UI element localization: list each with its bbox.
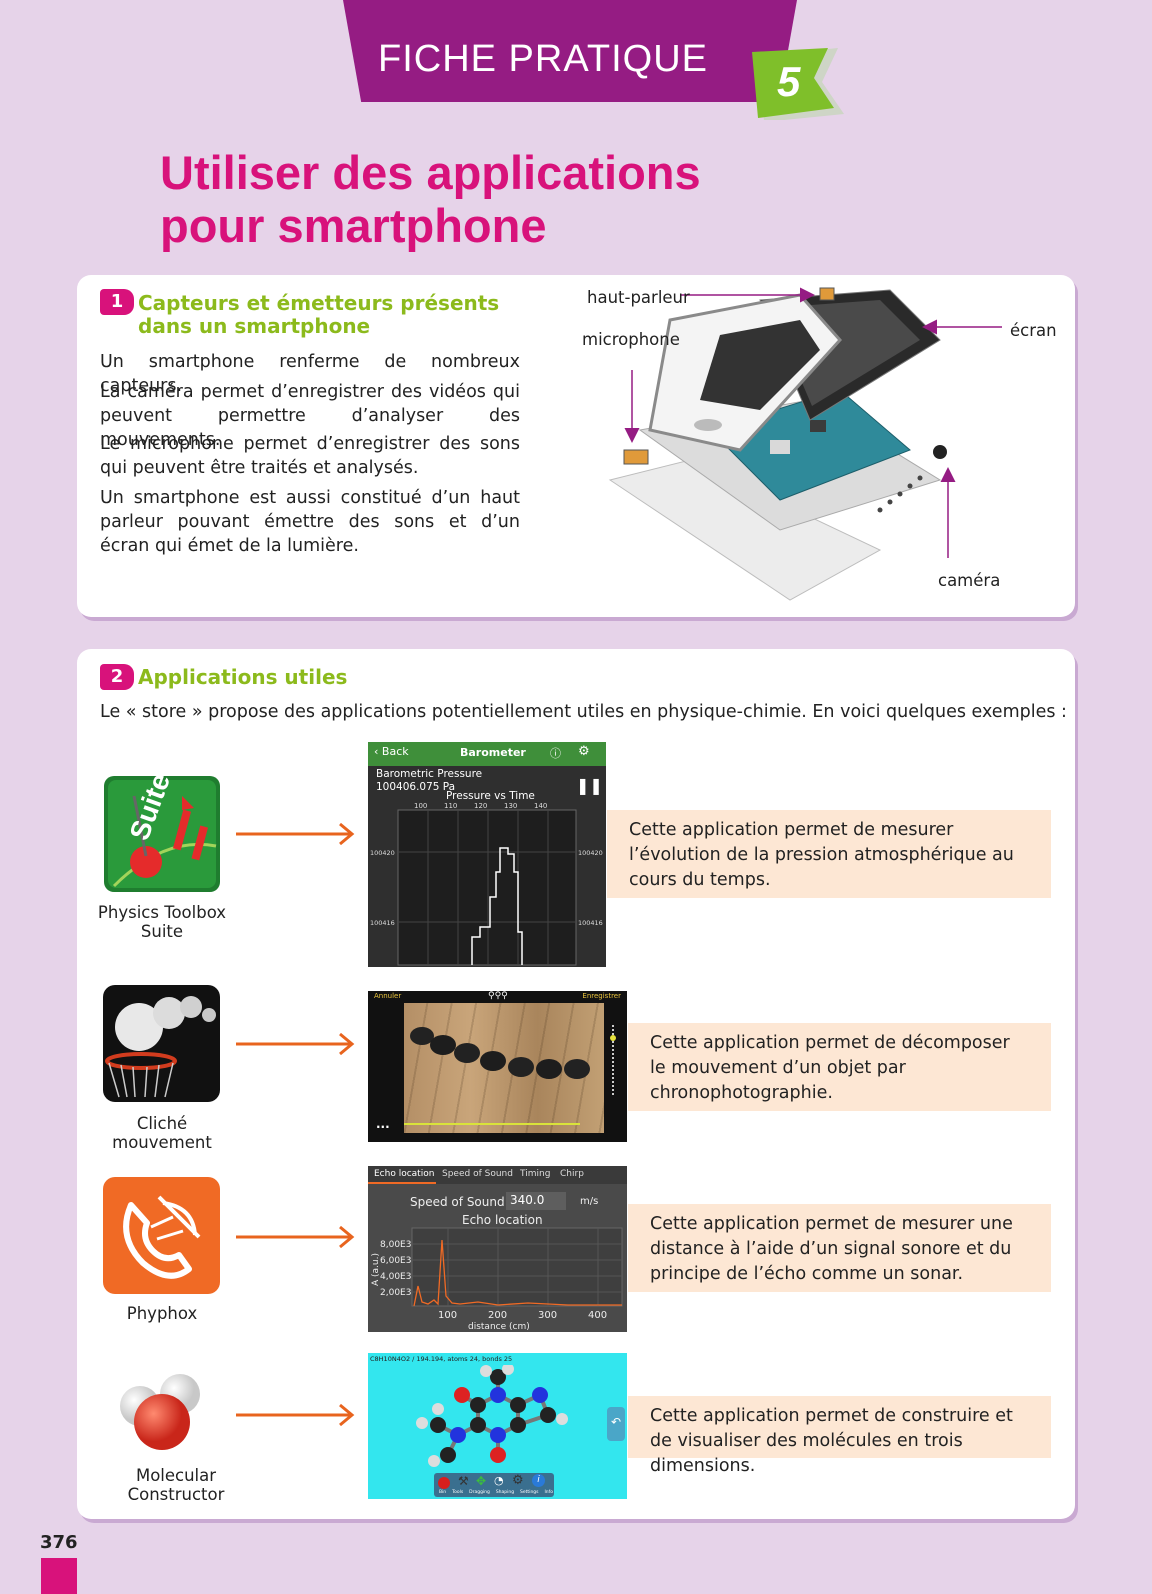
zoom-slider-thumb[interactable] <box>610 1035 616 1041</box>
phyphox-screenshot: Echo location Speed of Sound Timing Chir… <box>368 1166 627 1332</box>
molecular-constructor-icon <box>120 1374 200 1450</box>
bin-button[interactable] <box>438 1477 450 1489</box>
page-marker <box>41 1558 77 1594</box>
cliche-screenshot: Annuler ⚲⚲⚲ Enregistrer ... <box>368 991 627 1142</box>
cliche-mouvement-icon <box>103 985 220 1102</box>
arrow-right-icon <box>236 822 355 846</box>
toolbar-labels: Bin Tools Dragging Shaping Settings Info <box>438 1490 553 1495</box>
app-description-phyphox: Cette application permet de mesurer une … <box>628 1204 1051 1292</box>
banner-title: FICHE PRATIQUE <box>378 38 708 80</box>
x-tick: 130 <box>504 802 517 810</box>
y-tick: 2,00E3 <box>380 1288 411 1298</box>
x-tick: 140 <box>534 802 547 810</box>
more-options-button[interactable]: ... <box>376 1117 390 1131</box>
y-tick: 100420 <box>370 849 395 857</box>
barometer-label: Barometric Pressure <box>376 768 483 780</box>
info-icon[interactable]: ⓘ <box>550 745 561 761</box>
paragraph: Le microphone permet d’enregistrer des s… <box>100 434 520 478</box>
app-name-molecular-constructor: Molecular Constructor <box>127 1466 225 1504</box>
cancel-button[interactable]: Annuler <box>374 992 401 1000</box>
speed-label: Speed of Sound <box>410 1195 505 1209</box>
pause-icon[interactable]: ❚❚ <box>576 776 603 795</box>
paragraph: Un smartphone est aussi constitué d’un h… <box>100 488 520 556</box>
x-tick: 110 <box>444 802 457 810</box>
barometer-screenshot: ‹ Back Barometer ⓘ ⚙ Barometric Pressure… <box>368 742 606 967</box>
x-tick: 400 <box>588 1310 607 1321</box>
y-tick: 100416 <box>578 919 603 927</box>
page-number: 376 <box>40 1532 78 1553</box>
label-camera: caméra <box>938 571 1001 590</box>
x-tick: 200 <box>488 1310 507 1321</box>
y-tick: 100420 <box>578 849 603 857</box>
chart-title: Echo location <box>462 1213 543 1227</box>
tools-icon[interactable]: ⚒ <box>458 1474 469 1488</box>
label-screen: écran <box>1010 321 1057 340</box>
tab-speed-of-sound[interactable]: Speed of Sound <box>442 1169 513 1179</box>
tab-chirp[interactable]: Chirp <box>560 1169 584 1179</box>
y-axis-label: A (a.u.) <box>371 1253 381 1286</box>
y-tick: 8,00E3 <box>380 1240 411 1250</box>
molecule-screenshot: C8H10N4O2 / 194.194, atoms 24, bonds 25 <box>368 1353 627 1499</box>
caffeine-molecule <box>416 1365 568 1467</box>
section-2-number: 2 <box>100 664 134 690</box>
arrow-right-icon <box>236 1032 355 1056</box>
pressure-chart: 100 110 120 130 140 100420 100416 100420… <box>370 802 603 966</box>
app-name-cliche-mouvement: Cliché mouvement <box>112 1114 212 1152</box>
section-2-intro: Le « store » propose des applications po… <box>100 702 1067 722</box>
y-tick: 4,00E3 <box>380 1272 411 1282</box>
save-button[interactable]: Enregistrer <box>582 992 621 1000</box>
arrow-right-icon <box>236 1225 355 1249</box>
app-name-physics-toolbox: Physics Toolbox Suite <box>97 903 227 941</box>
app-description-molecular-constructor: Cette application permet de construire e… <box>628 1396 1051 1476</box>
barometer-title: Barometer <box>460 746 526 759</box>
drag-icon[interactable]: ✥ <box>476 1474 486 1488</box>
fiche-number: 5 <box>777 58 801 105</box>
page-title: Utiliser des applications pour smartphon… <box>160 146 701 252</box>
app-name-phyphox: Phyphox <box>126 1304 198 1323</box>
x-axis-label: distance (cm) <box>468 1322 530 1332</box>
y-tick: 6,00E3 <box>380 1256 411 1266</box>
video-frame <box>404 1003 604 1133</box>
label-microphone: microphone <box>582 330 680 349</box>
info-icon[interactable]: i <box>532 1474 545 1487</box>
chart-title: Pressure vs Time <box>446 790 535 802</box>
echo-chart: 8,00E3 6,00E3 4,00E3 2,00E3 A (a.u.) 100… <box>371 1227 623 1332</box>
barometer-value: 100406.075 Pa <box>376 781 456 793</box>
speed-unit: m/s <box>580 1196 599 1207</box>
section-1-title: Capteurs et émetteurs présents dans un s… <box>138 291 500 338</box>
rotate-button[interactable]: ↶ <box>607 1407 625 1441</box>
physics-toolbox-icon: Suite <box>104 776 220 892</box>
back-button[interactable]: ‹ Back <box>374 745 409 758</box>
label-speaker: haut-parleur <box>587 288 690 307</box>
active-tab-indicator <box>368 1182 436 1184</box>
x-tick: 100 <box>438 1310 457 1321</box>
app-description-cliche-mouvement: Cette application permet de décomposer l… <box>628 1023 1051 1111</box>
speed-input[interactable]: 340.0 <box>506 1192 566 1210</box>
tab-echo-location[interactable]: Echo location <box>374 1169 434 1179</box>
phyphox-icon <box>103 1177 220 1294</box>
gear-icon[interactable]: ⚙ <box>578 744 590 759</box>
runner-icon: ⚲⚲⚲ <box>488 991 508 1001</box>
y-tick: 100416 <box>370 919 395 927</box>
molecule-formula: C8H10N4O2 / 194.194, atoms 24, bonds 25 <box>370 1355 513 1363</box>
tab-timing[interactable]: Timing <box>520 1169 550 1179</box>
section-2-title: Applications utiles <box>138 665 348 689</box>
x-tick: 300 <box>538 1310 557 1321</box>
app-description-physics-toolbox: Cette application permet de mesurer l’év… <box>607 810 1051 898</box>
arrow-right-icon <box>236 1403 355 1427</box>
x-tick: 120 <box>474 802 487 810</box>
section-1-number: 1 <box>100 289 134 315</box>
shaping-icon[interactable]: ◔ <box>494 1474 504 1487</box>
settings-gear-icon[interactable]: ⚙ <box>512 1473 524 1488</box>
x-tick: 100 <box>414 802 427 810</box>
